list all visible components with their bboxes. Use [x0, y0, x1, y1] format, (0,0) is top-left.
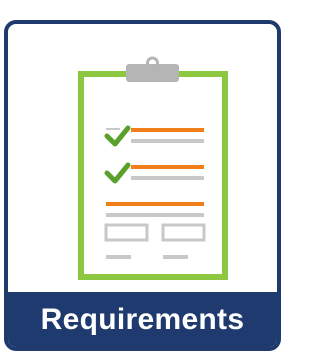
label-bar: Requirements	[8, 292, 277, 347]
form-caption-left	[106, 255, 131, 259]
form-caption-right	[163, 255, 188, 259]
checkbox-line-1a	[106, 128, 120, 130]
icon-area	[8, 24, 277, 296]
task-line-1-orange	[131, 128, 204, 132]
section-rule-gray	[106, 213, 204, 217]
clipboard-checklist-icon	[78, 56, 228, 280]
section-rule-orange	[106, 202, 204, 206]
clipboard-board	[78, 71, 228, 280]
clipboard-clip-hole	[146, 56, 159, 70]
task-line-2-orange	[131, 165, 204, 169]
task-line-1-gray	[131, 139, 204, 143]
requirements-tile[interactable]: Requirements	[4, 20, 281, 351]
task-line-2-gray	[131, 176, 204, 180]
tile-label: Requirements	[40, 302, 245, 336]
